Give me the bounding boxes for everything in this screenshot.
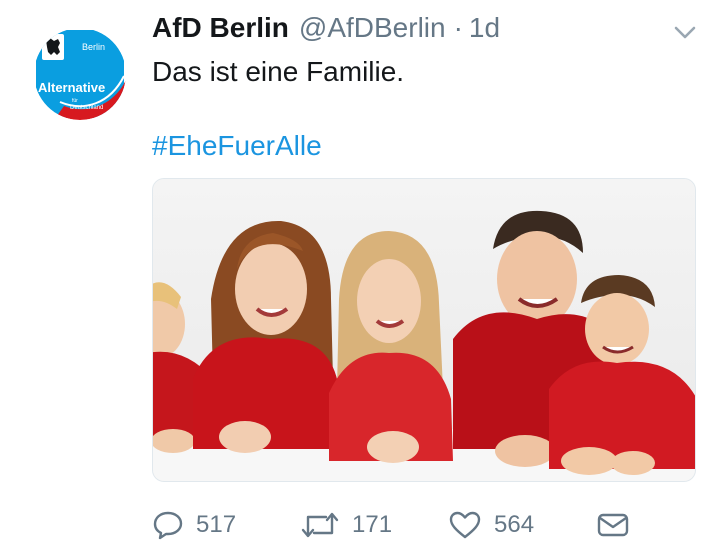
direct-message-button[interactable] — [596, 505, 630, 545]
family-photo-illustration — [153, 179, 695, 481]
retweet-icon — [301, 512, 339, 538]
retweet-count: 171 — [352, 511, 393, 538]
tweet-media-photo[interactable] — [152, 178, 696, 482]
like-button[interactable]: 564 — [448, 505, 534, 545]
avatar-party-suffix-2: Deutschland — [70, 105, 103, 111]
avatar-party-name: Alternative — [38, 80, 105, 95]
author-display-name[interactable]: AfD Berlin — [152, 12, 289, 44]
avatar-region-label: Berlin — [82, 42, 105, 52]
tweet-header: AfD Berlin @AfDBerlin · 1d — [152, 12, 500, 50]
tweet-actions: 517 171 564 — [152, 505, 700, 545]
tweet-text: Das ist eine Familie. — [152, 56, 405, 87]
reply-button[interactable]: 517 — [152, 505, 236, 545]
envelope-icon — [597, 513, 629, 537]
like-count: 564 — [494, 511, 535, 538]
tweet-timestamp[interactable]: 1d — [469, 12, 500, 44]
retweet-button[interactable]: 171 — [300, 505, 392, 545]
more-options-button[interactable] — [670, 22, 700, 44]
hashtag-link[interactable]: #EheFuerAlle — [152, 130, 322, 162]
reply-count: 517 — [196, 511, 237, 538]
heart-icon — [449, 511, 481, 539]
avatar-party-suffix-1: für — [72, 98, 78, 104]
reply-icon — [153, 511, 183, 540]
chevron-down-icon — [674, 26, 696, 39]
header-separator: · — [453, 12, 463, 43]
author-avatar[interactable]: Berlin Alternative für Deutschland — [34, 28, 126, 120]
author-handle[interactable]: @AfDBerlin — [299, 12, 446, 44]
